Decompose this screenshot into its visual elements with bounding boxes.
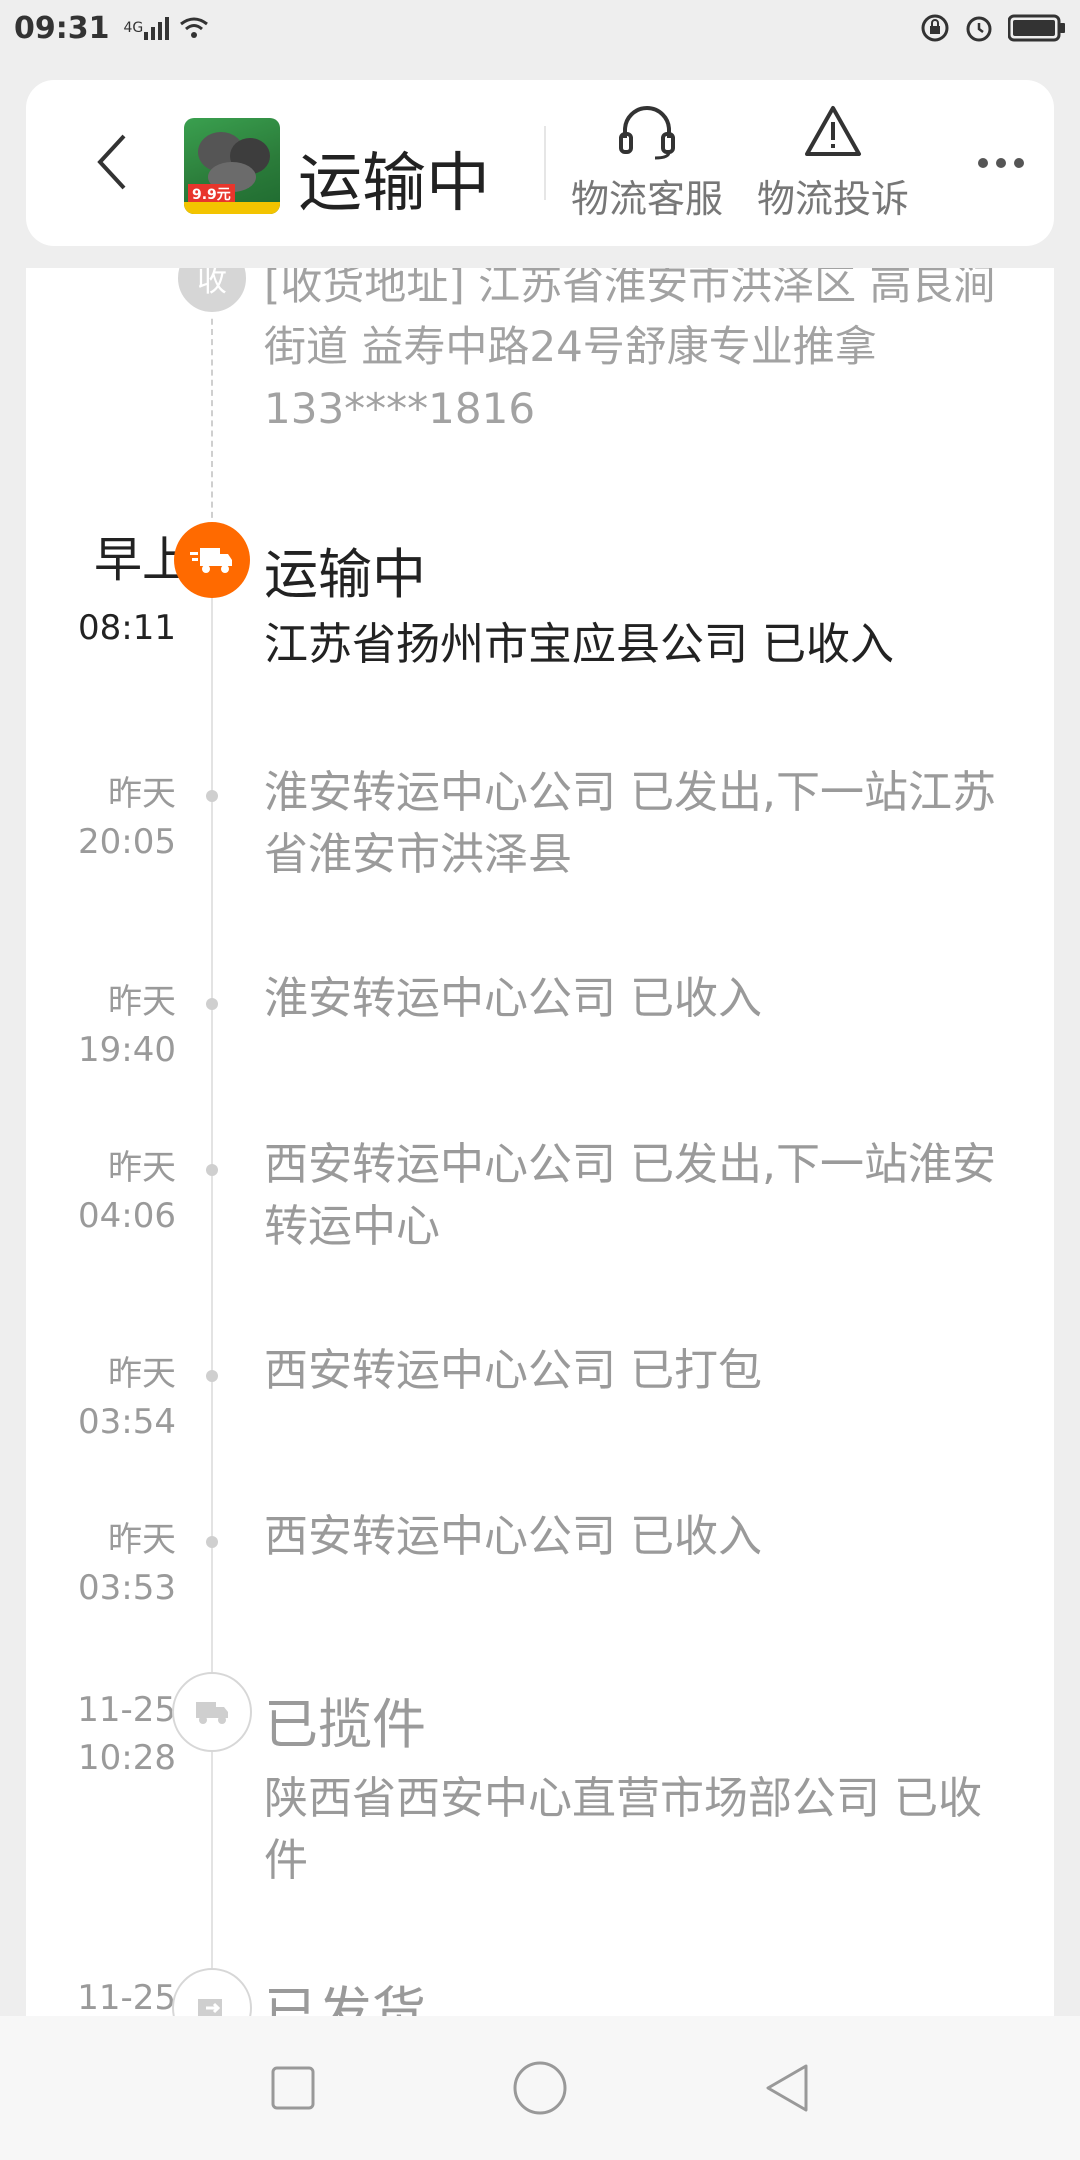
logistics-service-label: 物流客服 [570,177,723,221]
timeline-dot [206,1370,218,1382]
network-type: 4G [123,20,144,36]
event-text: 西安转运中心公司 已发出,下一站淮安转运中心 [264,1139,996,1252]
home-button[interactable] [500,2048,580,2128]
event-time: 03:53 [78,1568,176,1608]
event-time: 03:54 [78,1402,176,1442]
event-time: 19:40 [78,1030,176,1070]
event-title: 已发货 [264,1981,426,2016]
event-text: 西安转运中心公司 已收入 [264,1511,762,1562]
page-title: 运输中 [298,147,490,221]
event-text: 陕西省西安中心直营市场部公司 已收件 [264,1773,982,1886]
logistics-complaint-label: 物流投诉 [756,177,909,221]
event-date: 昨天 [108,982,176,1022]
square-icon [271,2066,315,2110]
pickup-truck-icon [172,1672,252,1752]
receive-address-badge: 收 [174,268,250,316]
more-dot-icon [1014,158,1024,168]
timeline-line [211,558,213,2016]
signal-icon: 4G [124,15,170,41]
event-date: 昨天 [108,1520,176,1560]
event-date: 昨天 [108,1148,176,1188]
back-button[interactable] [82,132,142,192]
event-date: 昨天 [108,774,176,814]
more-dot-icon [978,158,988,168]
recents-button[interactable] [253,2048,333,2128]
chevron-left-icon [97,134,126,190]
timeline-dot [206,790,218,802]
event-time: 10:28 [78,1738,176,1778]
event-text: 西安转运中心公司 已打包 [264,1345,762,1396]
receive-address-text: [收货地址] 江苏省淮安市洪泽区 高良涧街道 益寿中路24号舒康专业推拿 133… [264,268,996,433]
event-text: 淮安转运中心公司 已发出,下一站江苏省淮安市洪泽县 [264,767,996,880]
lock-rotation-icon [920,13,950,43]
event-time: 20:05 [78,822,176,862]
truck-icon [174,522,250,598]
product-thumbnail[interactable]: 9.9元 [184,118,280,214]
event-text: 淮安转运中心公司 已收入 [264,973,762,1024]
status-bar: 09:31 4G [0,0,1080,56]
shipped-icon [172,1968,252,2016]
timeline-dot [206,1164,218,1176]
logistics-complaint-button[interactable]: 物流投诉 [748,104,918,224]
headset-icon [619,106,675,160]
more-options-button[interactable] [966,148,1036,178]
system-navigation-bar [0,2016,1080,2160]
wifi-icon [179,16,209,40]
event-text: 江苏省扬州市宝应县公司 已收入 [264,619,894,670]
back-nav-button[interactable] [747,2048,827,2128]
triangle-back-icon [766,2064,808,2112]
warning-icon [805,106,861,156]
event-time: 04:06 [78,1196,176,1236]
event-time: 08:11 [78,608,176,648]
status-time: 09:31 [14,10,110,46]
battery-icon [1008,14,1066,42]
event-date: 昨天 [108,1354,176,1394]
logistics-service-button[interactable]: 物流客服 [562,104,732,224]
circle-icon [513,2061,567,2115]
header-bar: 9.9元 运输中 物流客服 物流投诉 [26,80,1054,246]
event-date: 11-25 [77,1978,176,2016]
timeline-dot [206,998,218,1010]
timeline-dot [206,1536,218,1548]
header-divider [544,126,546,200]
more-dot-icon [996,158,1006,168]
event-title: 运输中 [264,543,426,606]
event-title: 已揽件 [264,1693,426,1756]
logistics-timeline: 收 [收货地址] 江苏省淮安市洪泽区 高良涧街道 益寿中路24号舒康专业推拿 1… [26,268,1054,2016]
event-date: 早上 [93,532,190,588]
thumb-price-tag: 9.9元 [188,184,235,204]
alarm-icon [964,13,994,43]
event-date: 11-25 [77,1690,176,1730]
